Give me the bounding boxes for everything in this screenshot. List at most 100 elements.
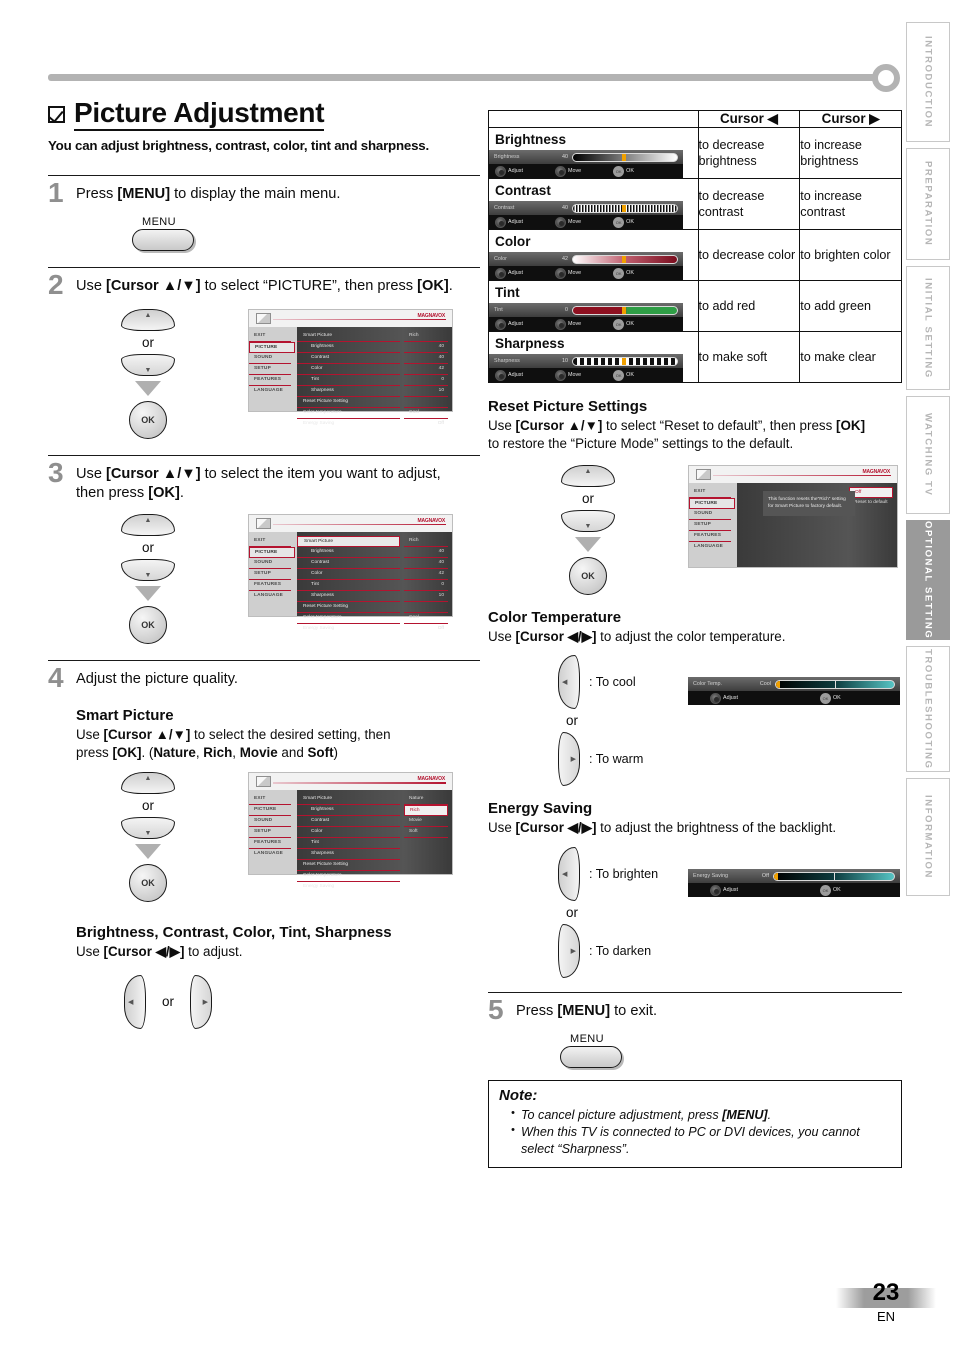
osd-nav-item[interactable]: SETUP [249, 569, 291, 580]
osd-item[interactable]: Color [297, 569, 400, 580]
osd-nav-item[interactable]: SOUND [249, 558, 291, 569]
bar-knob[interactable] [621, 357, 626, 365]
osd-nav-item[interactable]: FEATURES [249, 838, 291, 849]
menu-button[interactable] [132, 228, 194, 251]
osd-item[interactable]: Smart Picture [297, 331, 400, 342]
cursor-up-button[interactable]: ▲ [121, 308, 175, 331]
cursor-left-button[interactable]: ◀ [558, 847, 580, 902]
osd-item[interactable]: Contrast [297, 816, 400, 827]
osd-option-rich-selected[interactable]: Rich [404, 804, 448, 816]
osd-item[interactable]: Tint [297, 580, 400, 591]
osd-item[interactable]: Energy Saving [297, 624, 400, 635]
bar-knob[interactable] [774, 872, 778, 880]
osd-nav-item[interactable]: LANGUAGE [249, 591, 291, 602]
step-5: 5 Press [MENU] to exit. MENU [488, 992, 902, 1068]
ok-button[interactable]: OK [129, 605, 167, 644]
osd-item[interactable]: Color [297, 364, 400, 375]
cursor-right-button[interactable]: ▶ [190, 974, 213, 1029]
or-label: or [162, 994, 175, 1010]
osd-nav-item[interactable]: LANGUAGE [249, 386, 291, 397]
sidebar-item-troubleshooting[interactable]: TROUBLESHOOTING [906, 646, 950, 772]
osd-nav-item[interactable]: SETUP [249, 827, 291, 838]
osd-nav-item[interactable]: FEATURES [689, 531, 731, 542]
osd-nav-item-selected[interactable]: PICTURE [249, 341, 295, 353]
cursor-up-button[interactable]: ▲ [121, 513, 175, 536]
sidebar-item-preparation[interactable]: PREPARATION [906, 148, 950, 260]
osd-nav-item[interactable]: EXIT [249, 536, 291, 547]
cursor-up-button[interactable]: ▲ [121, 771, 175, 794]
osd-item[interactable]: Tint [297, 375, 400, 386]
osd-item[interactable]: Contrast [297, 558, 400, 569]
osd-nav-item[interactable]: EXIT [249, 331, 291, 342]
cursor-right-button[interactable]: ▶ [558, 924, 580, 979]
osd-nav-item[interactable]: SETUP [689, 520, 731, 531]
cursor-down-button[interactable]: ▼ [121, 558, 175, 581]
osd-nav-item-selected[interactable]: PICTURE [249, 546, 295, 558]
osd-item[interactable]: Color temperature [297, 871, 400, 882]
bar-knob[interactable] [621, 204, 626, 212]
cursor-down-button[interactable]: ▼ [561, 509, 615, 532]
bar-knob[interactable] [621, 153, 626, 161]
cursor-left-button[interactable]: ◀ [124, 974, 146, 1029]
cursor-down-button[interactable]: ▼ [121, 353, 175, 376]
osd-item[interactable]: Color temperature [297, 408, 400, 419]
bar-track[interactable] [572, 254, 678, 264]
osd-item[interactable]: Brightness [297, 342, 400, 353]
menu-button[interactable] [560, 1045, 622, 1068]
osd-option-soft[interactable]: Soft [404, 827, 448, 838]
osd-item[interactable]: Energy Saving [297, 419, 400, 430]
osd-item[interactable]: Sharpness [297, 849, 400, 860]
osd-value-off[interactable]: Off [849, 486, 893, 498]
osd-nav-item[interactable]: EXIT [689, 487, 731, 498]
osd-item[interactable]: Color temperature [297, 613, 400, 624]
osd-nav-item[interactable]: EXIT [249, 794, 291, 805]
osd-item[interactable]: Reset Picture Setting [297, 602, 400, 613]
osd-item[interactable]: Color [297, 827, 400, 838]
osd-item[interactable]: Energy Saving [297, 882, 400, 893]
osd-item[interactable]: Smart Picture [297, 794, 400, 805]
bar-knob[interactable] [621, 255, 626, 263]
osd-item-selected[interactable]: Smart Picture [297, 535, 400, 547]
osd-item[interactable]: Tint [297, 838, 400, 849]
cursor-down-button[interactable]: ▼ [121, 816, 175, 839]
bar-track[interactable] [572, 152, 678, 162]
ok-button[interactable]: OK [129, 400, 167, 439]
sidebar-item-optional-setting[interactable]: OPTIONAL SETTING [906, 520, 950, 640]
cursor-right-button[interactable]: ▶ [558, 732, 580, 787]
bar-track[interactable] [775, 679, 895, 689]
ok-button[interactable]: OK [569, 556, 607, 595]
bar-knob[interactable] [776, 680, 780, 688]
osd-item[interactable]: Reset Picture Setting [297, 397, 400, 408]
bar-track[interactable] [773, 871, 895, 881]
sidebar-item-information[interactable]: INFORMATION [906, 778, 950, 896]
sidebar-item-watching-tv[interactable]: WATCHING TV [906, 396, 950, 514]
cursor-up-button[interactable]: ▲ [561, 464, 615, 487]
osd-nav-item[interactable]: PICTURE [249, 805, 291, 816]
cursor-left-button[interactable]: ◀ [558, 655, 580, 710]
ok-button[interactable]: OK [129, 863, 167, 902]
sidebar-item-introduction[interactable]: INTRODUCTION [906, 22, 950, 142]
osd-item[interactable]: Sharpness [297, 591, 400, 602]
osd-nav-item[interactable]: SOUND [249, 816, 291, 827]
osd-option-reset-to-default[interactable]: Reset to default [849, 498, 893, 509]
osd-nav-item[interactable]: LANGUAGE [249, 849, 291, 860]
bar-track[interactable] [572, 356, 678, 366]
osd-nav-item[interactable]: SOUND [249, 353, 291, 364]
sidebar-item-initial-setting[interactable]: INITIAL SETTING [906, 266, 950, 390]
osd-nav-item[interactable]: SETUP [249, 364, 291, 375]
osd-option-movie[interactable]: Movie [404, 816, 448, 827]
osd-item[interactable]: Contrast [297, 353, 400, 364]
bar-track[interactable] [572, 305, 678, 315]
osd-item[interactable]: Sharpness [297, 386, 400, 397]
osd-item[interactable]: Brightness [297, 805, 400, 816]
bar-track[interactable] [572, 203, 678, 213]
osd-nav-item[interactable]: SOUND [689, 509, 731, 520]
osd-nav-item-selected[interactable]: PICTURE [689, 497, 735, 509]
osd-nav-item[interactable]: LANGUAGE [689, 542, 731, 553]
osd-nav-item[interactable]: FEATURES [249, 580, 291, 591]
osd-item[interactable]: Reset Picture Setting [297, 860, 400, 871]
bar-knob[interactable] [621, 306, 626, 314]
osd-nav-item[interactable]: FEATURES [249, 375, 291, 386]
osd-option-nature[interactable]: Nature [404, 794, 448, 805]
osd-item[interactable]: Brightness [297, 547, 400, 558]
